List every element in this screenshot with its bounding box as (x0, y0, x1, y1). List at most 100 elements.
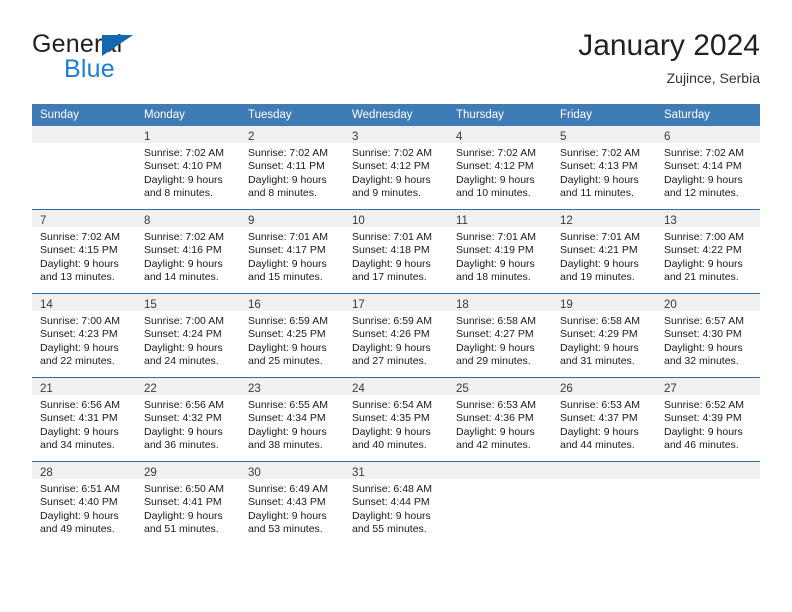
calendar-day-cell[interactable]: 3 Sunrise: 7:02 AM Sunset: 4:12 PM Daylight… (344, 126, 448, 210)
calendar-day-cell[interactable]: 22 Sunrise: 6:56 AM Sunset: 4:32 PM Dayligh… (136, 377, 240, 462)
calendar-day-cell[interactable]: 27 Sunrise: 6:52 AM Sunset: 4:39 PM Dayligh… (656, 377, 760, 462)
daylight-duration-line2: and 25 minutes. (248, 355, 323, 368)
daylight-duration-line2: and 11 minutes. (560, 187, 634, 200)
day-number-band: 25 (448, 378, 552, 395)
calendar-day-cell[interactable]: 2 Sunrise: 7:02 AM Sunset: 4:11 PM Daylight… (240, 126, 344, 210)
sunrise-time: Sunrise: 6:55 AM (248, 399, 328, 411)
daylight-duration-line1: Daylight: 9 hours (456, 425, 535, 438)
day-number-band: 15 (136, 294, 240, 311)
daylight-duration-line2: and 18 minutes. (456, 271, 531, 284)
daylight-duration-line1: Daylight: 9 hours (144, 173, 223, 186)
sunset-time: Sunset: 4:25 PM (248, 328, 326, 341)
calendar-week-row: 28 Sunrise: 6:51 AM Sunset: 4:40 PM Dayligh… (32, 461, 760, 545)
calendar-day-cell[interactable]: 26 Sunrise: 6:53 AM Sunset: 4:37 PM Dayligh… (552, 377, 656, 462)
day-number: 15 (144, 299, 157, 311)
sunset-time: Sunset: 4:36 PM (456, 412, 534, 425)
calendar-day-cell[interactable]: 31 Sunrise: 6:48 AM Sunset: 4:44 PM Dayligh… (344, 461, 448, 545)
daylight-duration-line2: and 14 minutes. (144, 271, 219, 284)
calendar-day-cell[interactable]: 21 Sunrise: 6:56 AM Sunset: 4:31 PM Dayligh… (32, 377, 136, 462)
calendar-day-cell[interactable]: 4 Sunrise: 7:02 AM Sunset: 4:12 PM Daylight… (448, 126, 552, 210)
sunrise-time: Sunrise: 7:00 AM (40, 315, 120, 327)
calendar-day-cell[interactable]: 16 Sunrise: 6:59 AM Sunset: 4:25 PM Dayligh… (240, 293, 344, 378)
calendar-day-cell[interactable]: 13 Sunrise: 7:00 AM Sunset: 4:22 PM Dayligh… (656, 209, 760, 294)
calendar-day-cell[interactable]: 29 Sunrise: 6:50 AM Sunset: 4:41 PM Dayligh… (136, 461, 240, 545)
calendar-day-cell[interactable]: 11 Sunrise: 7:01 AM Sunset: 4:19 PM Dayligh… (448, 209, 552, 294)
weekday-header-monday: Monday (136, 104, 240, 126)
daylight-duration-line2: and 34 minutes. (40, 439, 115, 452)
calendar-day-cell[interactable]: 19 Sunrise: 6:58 AM Sunset: 4:29 PM Dayligh… (552, 293, 656, 378)
calendar-day-cell[interactable]: 10 Sunrise: 7:01 AM Sunset: 4:18 PM Dayligh… (344, 209, 448, 294)
daylight-duration-line1: Daylight: 9 hours (664, 257, 743, 270)
calendar-day-cell[interactable]: 9 Sunrise: 7:01 AM Sunset: 4:17 PM Daylight… (240, 209, 344, 294)
day-details: Sunrise: 6:59 AM Sunset: 4:25 PM Daylight:… (240, 311, 344, 369)
calendar-day-cell[interactable]: 7 Sunrise: 7:02 AM Sunset: 4:15 PM Daylight… (32, 209, 136, 294)
day-number: 31 (352, 467, 365, 479)
daylight-duration-line1: Daylight: 9 hours (144, 257, 223, 270)
day-number: 26 (560, 383, 573, 395)
sunrise-time: Sunrise: 6:49 AM (248, 483, 328, 495)
sunset-time: Sunset: 4:23 PM (40, 328, 118, 341)
calendar-day-cell[interactable]: 5 Sunrise: 7:02 AM Sunset: 4:13 PM Daylight… (552, 126, 656, 210)
sunset-time: Sunset: 4:22 PM (664, 244, 742, 257)
sunset-time: Sunset: 4:41 PM (144, 496, 222, 509)
sunset-time: Sunset: 4:10 PM (144, 160, 222, 173)
weekday-header-thursday: Thursday (448, 104, 552, 126)
sunset-time: Sunset: 4:14 PM (664, 160, 742, 173)
sunset-time: Sunset: 4:24 PM (144, 328, 222, 341)
sunrise-time: Sunrise: 6:54 AM (352, 399, 432, 411)
day-number: 1 (144, 131, 151, 143)
sunrise-time: Sunrise: 6:56 AM (144, 399, 224, 411)
calendar-day-cell[interactable]: 8 Sunrise: 7:02 AM Sunset: 4:16 PM Daylight… (136, 209, 240, 294)
day-number: 6 (664, 131, 671, 143)
calendar-day-cell-empty (448, 461, 552, 545)
day-number: 17 (352, 299, 365, 311)
daylight-duration-line2: and 31 minutes. (560, 355, 635, 368)
calendar-day-cell[interactable]: 12 Sunrise: 7:01 AM Sunset: 4:21 PM Dayligh… (552, 209, 656, 294)
calendar-day-cell[interactable]: 18 Sunrise: 6:58 AM Sunset: 4:27 PM Dayligh… (448, 293, 552, 378)
sunset-time: Sunset: 4:21 PM (560, 244, 638, 257)
calendar-week-row: 7 Sunrise: 7:02 AM Sunset: 4:15 PM Daylight… (32, 209, 760, 294)
day-number-band: 29 (136, 462, 240, 479)
sunrise-time: Sunrise: 6:48 AM (352, 483, 432, 495)
day-number-band: 10 (344, 210, 448, 227)
calendar-day-cell[interactable]: 1 Sunrise: 7:02 AM Sunset: 4:10 PM Daylight… (136, 126, 240, 210)
calendar-day-cell[interactable]: 14 Sunrise: 7:00 AM Sunset: 4:23 PM Dayligh… (32, 293, 136, 378)
day-number: 30 (248, 467, 261, 479)
sunrise-time: Sunrise: 6:59 AM (352, 315, 432, 327)
day-number-band: 13 (656, 210, 760, 227)
sunset-time: Sunset: 4:19 PM (456, 244, 534, 257)
daylight-duration-line2: and 42 minutes. (456, 439, 531, 452)
calendar-day-cell[interactable]: 30 Sunrise: 6:49 AM Sunset: 4:43 PM Dayligh… (240, 461, 344, 545)
daylight-duration-line1: Daylight: 9 hours (352, 341, 431, 354)
day-number: 21 (40, 383, 53, 395)
calendar-day-cell[interactable]: 28 Sunrise: 6:51 AM Sunset: 4:40 PM Dayligh… (32, 461, 136, 545)
day-details: Sunrise: 7:02 AM Sunset: 4:11 PM Daylight:… (240, 143, 344, 201)
calendar-day-cell[interactable]: 6 Sunrise: 7:02 AM Sunset: 4:14 PM Daylight… (656, 126, 760, 210)
sunrise-time: Sunrise: 7:02 AM (144, 147, 224, 159)
calendar-day-cell[interactable]: 15 Sunrise: 7:00 AM Sunset: 4:24 PM Dayligh… (136, 293, 240, 378)
daylight-duration-line2: and 8 minutes. (144, 187, 213, 200)
sunrise-time: Sunrise: 6:56 AM (40, 399, 120, 411)
calendar-day-cell[interactable]: 25 Sunrise: 6:53 AM Sunset: 4:36 PM Dayligh… (448, 377, 552, 462)
daylight-duration-line1: Daylight: 9 hours (248, 425, 327, 438)
calendar-day-cell[interactable]: 20 Sunrise: 6:57 AM Sunset: 4:30 PM Dayligh… (656, 293, 760, 378)
daylight-duration-line1: Daylight: 9 hours (352, 509, 431, 522)
daylight-duration-line1: Daylight: 9 hours (248, 509, 327, 522)
calendar-day-cell[interactable]: 24 Sunrise: 6:54 AM Sunset: 4:35 PM Dayligh… (344, 377, 448, 462)
sunrise-time: Sunrise: 6:52 AM (664, 399, 744, 411)
calendar-day-cell[interactable]: 23 Sunrise: 6:55 AM Sunset: 4:34 PM Dayligh… (240, 377, 344, 462)
day-number: 14 (40, 299, 53, 311)
weekday-header-saturday: Saturday (656, 104, 760, 126)
calendar-day-cell[interactable]: 17 Sunrise: 6:59 AM Sunset: 4:26 PM Dayligh… (344, 293, 448, 378)
day-details: Sunrise: 7:01 AM Sunset: 4:18 PM Daylight:… (344, 227, 448, 285)
sunrise-time: Sunrise: 6:50 AM (144, 483, 224, 495)
daylight-duration-line1: Daylight: 9 hours (560, 173, 639, 186)
day-details: Sunrise: 7:01 AM Sunset: 4:19 PM Daylight:… (448, 227, 552, 285)
day-details: Sunrise: 6:52 AM Sunset: 4:39 PM Daylight:… (656, 395, 760, 453)
day-details: Sunrise: 6:53 AM Sunset: 4:37 PM Daylight:… (552, 395, 656, 453)
daylight-duration-line1: Daylight: 9 hours (560, 425, 639, 438)
daylight-duration-line2: and 38 minutes. (248, 439, 323, 452)
calendar-table: Sunday Monday Tuesday Wednesday Thursday Frid… (32, 104, 760, 545)
day-details: Sunrise: 6:51 AM Sunset: 4:40 PM Daylight:… (32, 479, 136, 537)
day-details: Sunrise: 6:56 AM Sunset: 4:32 PM Daylight:… (136, 395, 240, 453)
